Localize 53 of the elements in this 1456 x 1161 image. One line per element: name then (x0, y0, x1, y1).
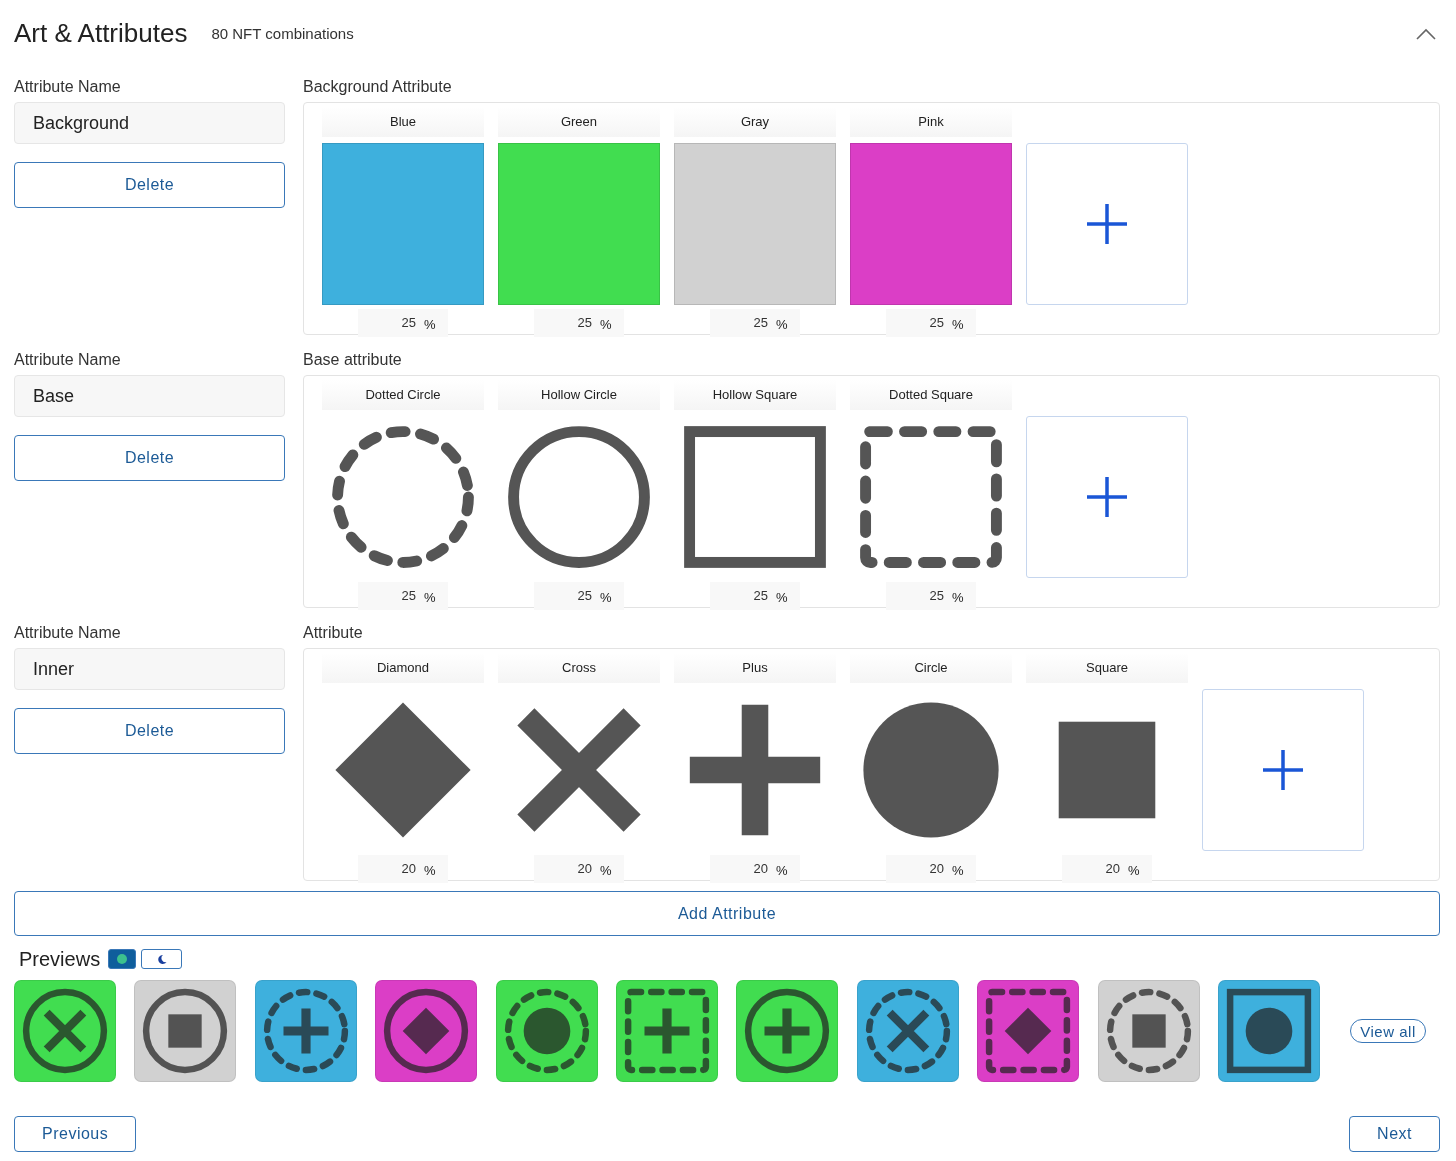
view-all-button[interactable]: View all (1350, 1019, 1426, 1043)
percent-field[interactable]: 20 (710, 855, 776, 883)
percent-field[interactable]: 20 (886, 855, 952, 883)
attribute-name-field[interactable]: Background (14, 102, 285, 144)
field-label: Attribute Name (14, 77, 122, 97)
percent-unit: % (600, 309, 624, 337)
section-label: Attribute (303, 623, 364, 643)
percent-unit: % (952, 855, 976, 883)
percent-field[interactable]: 25 (534, 582, 600, 610)
percent-field[interactable]: 20 (358, 855, 424, 883)
percent-field[interactable]: 25 (886, 582, 952, 610)
percent-unit: % (600, 582, 624, 610)
plus-icon (1085, 475, 1129, 519)
delete-button[interactable]: Delete (14, 435, 285, 481)
percent-field[interactable]: 20 (534, 855, 600, 883)
percent-field[interactable]: 25 (710, 582, 776, 610)
percent-field[interactable]: 25 (358, 309, 424, 337)
combinations-count: 80 NFT combinations (211, 23, 354, 44)
attribute-name-field[interactable]: Base (14, 375, 285, 417)
percent-unit: % (424, 582, 448, 610)
attribute-name-field[interactable]: Inner (14, 648, 285, 690)
field-label: Attribute Name (14, 623, 122, 643)
percent-field[interactable]: 25 (886, 309, 952, 337)
dot-icon (117, 954, 128, 964)
percent-unit: % (776, 309, 800, 337)
next-button[interactable]: Next (1349, 1116, 1440, 1152)
dark-mode-toggle[interactable] (141, 949, 183, 969)
light-mode-toggle[interactable] (108, 949, 137, 969)
percent-unit: % (424, 855, 448, 883)
delete-button[interactable]: Delete (14, 162, 285, 208)
percent-unit: % (952, 582, 976, 610)
page-title: Art & Attributes (14, 18, 188, 50)
percent-unit: % (776, 855, 800, 883)
collapse-icon[interactable] (1416, 28, 1436, 40)
section-label: Background Attribute (303, 77, 453, 97)
percent-unit: % (776, 582, 800, 610)
plus-icon (1085, 202, 1129, 246)
percent-field[interactable]: 25 (710, 309, 776, 337)
previous-button[interactable]: Previous (14, 1116, 137, 1152)
percent-unit: % (952, 309, 976, 337)
percent-field[interactable]: 20 (1062, 855, 1128, 883)
moon-icon (156, 953, 167, 965)
percent-field[interactable]: 25 (358, 582, 424, 610)
percent-unit: % (1128, 855, 1152, 883)
percent-unit: % (600, 855, 624, 883)
previews-title: Previews (19, 947, 101, 972)
section-label: Base attribute (303, 350, 403, 370)
percent-unit: % (424, 309, 448, 337)
plus-icon (1261, 748, 1305, 792)
field-label: Attribute Name (14, 350, 122, 370)
delete-button[interactable]: Delete (14, 708, 285, 754)
percent-field[interactable]: 25 (534, 309, 600, 337)
add-attribute-button[interactable]: Add Attribute (14, 891, 1440, 936)
